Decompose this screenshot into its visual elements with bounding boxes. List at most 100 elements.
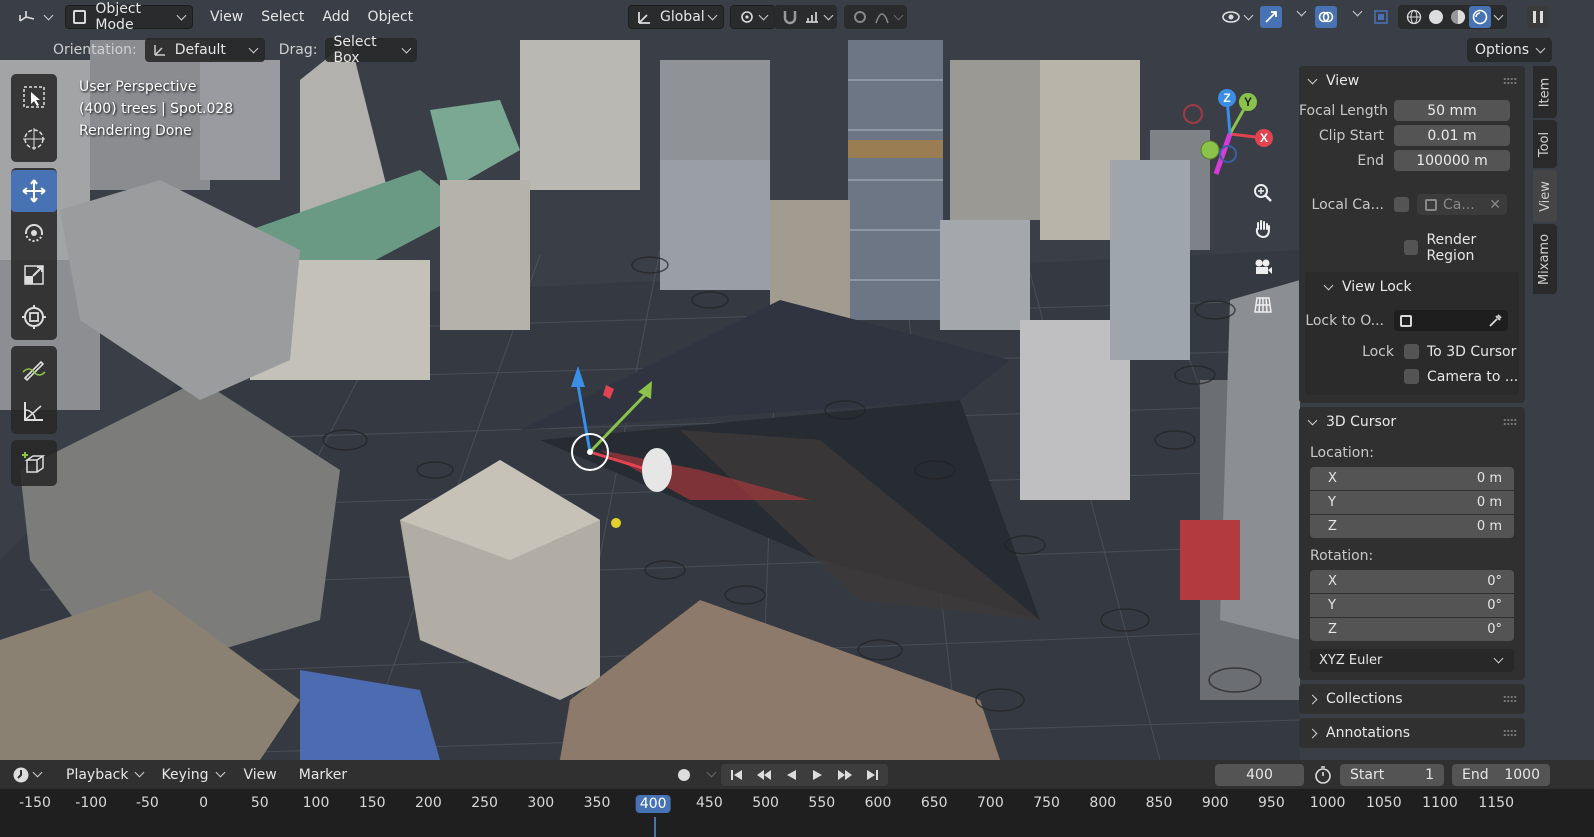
gizmo-toggle-icon[interactable]: [1260, 6, 1282, 28]
menu-marker[interactable]: Marker: [292, 763, 354, 787]
pivot-icon: [741, 11, 753, 23]
render-region-label: Render Region: [1426, 231, 1477, 264]
snap-magnet-icon[interactable]: [779, 6, 801, 28]
view-lock-header[interactable]: View Lock: [1305, 272, 1519, 302]
view-panel-header[interactable]: View: [1299, 66, 1525, 96]
eyedropper-icon[interactable]: [1488, 313, 1502, 328]
menu-add[interactable]: Add: [315, 5, 356, 29]
measure-tool-icon[interactable]: [11, 390, 57, 432]
drag-grip-icon[interactable]: [1503, 77, 1517, 85]
menu-keying[interactable]: Keying: [154, 763, 230, 787]
rotate-tool-icon[interactable]: [11, 212, 57, 254]
snap-increment-icon[interactable]: [801, 6, 823, 28]
menu-view[interactable]: View: [203, 5, 250, 29]
zoom-icon[interactable]: [1250, 180, 1276, 206]
cursor-panel-header[interactable]: 3D Cursor: [1299, 407, 1525, 437]
drag-grip-icon[interactable]: [1503, 695, 1517, 703]
material-shading-icon[interactable]: [1447, 6, 1469, 28]
annotations-panel-header[interactable]: Annotations: [1299, 718, 1525, 748]
cursor-panel-title: 3D Cursor: [1326, 414, 1397, 430]
start-frame-field[interactable]: Start 1: [1340, 763, 1444, 786]
local-camera-checkbox[interactable]: [1394, 197, 1409, 212]
rotation-y-field[interactable]: Y 0°: [1310, 594, 1514, 617]
rotation-x-field[interactable]: X 0°: [1310, 570, 1514, 593]
cursor-tool-icon[interactable]: [11, 118, 57, 160]
visibility-selector[interactable]: [1214, 5, 1259, 29]
tab-view[interactable]: View: [1533, 170, 1557, 222]
prev-keyframe-icon[interactable]: [753, 764, 775, 786]
clip-start-field[interactable]: 0.01 m: [1394, 125, 1510, 146]
add-cube-tool-icon[interactable]: [11, 442, 57, 484]
frame-tick: 0: [199, 795, 209, 811]
rendered-shading-icon[interactable]: [1469, 6, 1491, 28]
options-button[interactable]: Options: [1466, 38, 1552, 62]
viewport-info: User Perspective (400) trees | Spot.028 …: [79, 76, 233, 142]
editor-type-selector[interactable]: [10, 5, 59, 29]
camera-view-icon[interactable]: [1250, 254, 1276, 280]
navigation-gizmo[interactable]: X Y Z: [1180, 84, 1280, 184]
lock-to-object-field[interactable]: [1394, 310, 1508, 331]
overlays-toggle-icon[interactable]: [1315, 6, 1337, 28]
scale-tool-icon[interactable]: [11, 254, 57, 296]
local-camera-field[interactable]: Ca... ✕: [1417, 194, 1507, 215]
menu-object[interactable]: Object: [361, 5, 421, 29]
jump-start-icon[interactable]: [726, 764, 748, 786]
gizmo-z-axis[interactable]: Z: [1218, 89, 1236, 107]
lock-to-cursor-checkbox[interactable]: [1404, 344, 1419, 359]
play-reverse-icon[interactable]: [780, 764, 802, 786]
timeline-editor-selector[interactable]: [8, 763, 45, 787]
pivot-point-selector[interactable]: [730, 5, 775, 29]
annotate-tool-icon[interactable]: [11, 348, 57, 390]
location-y-field[interactable]: Y 0 m: [1310, 491, 1514, 514]
rotation-z-field[interactable]: Z 0°: [1310, 618, 1514, 641]
wireframe-shading-icon[interactable]: [1403, 6, 1425, 28]
drag-grip-icon[interactable]: [1503, 418, 1517, 426]
jump-end-icon[interactable]: [861, 764, 883, 786]
overlays-dropdown[interactable]: [1352, 6, 1363, 17]
falloff-curve-icon[interactable]: [871, 6, 893, 28]
menu-select[interactable]: Select: [254, 5, 311, 29]
gizmo-dropdown[interactable]: [1296, 6, 1307, 17]
xray-toggle-icon[interactable]: [1370, 6, 1392, 28]
proportional-edit-icon[interactable]: [849, 6, 871, 28]
drag-dropdown[interactable]: Select Box: [325, 34, 418, 66]
stopwatch-icon[interactable]: [1312, 764, 1334, 786]
gizmo-y-axis[interactable]: Y: [1239, 93, 1257, 111]
record-icon[interactable]: [673, 764, 695, 786]
solid-shading-icon[interactable]: [1425, 6, 1447, 28]
gizmo-x-axis[interactable]: X: [1255, 129, 1273, 147]
collections-panel-header[interactable]: Collections: [1299, 684, 1525, 714]
play-icon[interactable]: [807, 764, 829, 786]
menu-playback[interactable]: Playback: [59, 763, 150, 787]
clear-x-icon[interactable]: ✕: [1489, 197, 1501, 213]
end-frame-field[interactable]: End 1000: [1452, 763, 1550, 786]
move-tool-icon[interactable]: [11, 170, 57, 212]
tab-item[interactable]: Item: [1533, 66, 1557, 118]
focal-length-field[interactable]: 50 mm: [1394, 100, 1510, 121]
rotation-mode-dropdown[interactable]: XYZ Euler: [1310, 649, 1514, 672]
tab-mixamo[interactable]: Mixamo: [1533, 224, 1557, 294]
transform-orientation-selector[interactable]: Global: [628, 5, 724, 29]
mode-selector[interactable]: Object Mode: [65, 1, 193, 33]
orientation-dropdown[interactable]: Default: [144, 38, 265, 62]
clip-end-field[interactable]: 100000 m: [1394, 150, 1510, 171]
timeline-ruler[interactable]: -150 -100 -50 0 50 100 150 200 250 300 350 400 450 50…: [0, 789, 1594, 837]
orientation-global-icon: [638, 12, 650, 24]
render-region-checkbox[interactable]: [1404, 240, 1419, 255]
perspective-toggle-icon[interactable]: [1250, 291, 1276, 317]
menu-timeline-view[interactable]: View: [237, 763, 284, 787]
clip-start-row: Clip Start 0.01 m: [1299, 123, 1525, 148]
drag-grip-icon[interactable]: [1503, 729, 1517, 737]
location-x-field[interactable]: X 0 m: [1310, 467, 1514, 490]
pan-hand-icon[interactable]: [1250, 216, 1276, 242]
current-frame-field[interactable]: 400: [1215, 763, 1304, 786]
next-keyframe-icon[interactable]: [834, 764, 856, 786]
transform-tool-icon[interactable]: [11, 296, 57, 338]
svg-text:X: X: [1260, 131, 1268, 145]
pause-render-icon[interactable]: [1527, 6, 1549, 28]
camera-to-view-checkbox[interactable]: [1404, 369, 1419, 384]
frame-tick: 900: [1201, 795, 1229, 811]
location-z-field[interactable]: Z 0 m: [1310, 515, 1514, 538]
tab-tool[interactable]: Tool: [1533, 120, 1557, 168]
select-box-tool-icon[interactable]: [11, 76, 57, 118]
